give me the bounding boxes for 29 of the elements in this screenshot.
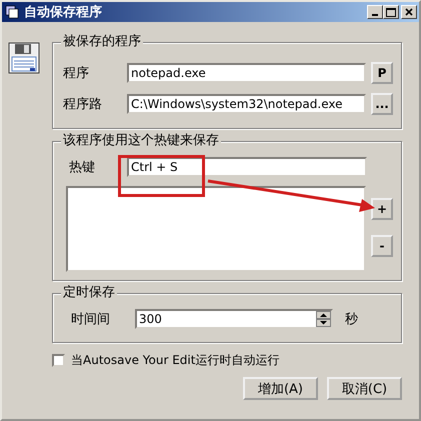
input-field[interactable]: notepad.exe <box>127 63 366 83</box>
checkbox[interactable] <box>52 354 65 366</box>
window-title: 自动保存程序 <box>24 4 103 21</box>
field-label: 程序路 <box>62 96 103 113</box>
remove-button[interactable]: - <box>371 235 393 257</box>
pick-button[interactable]: P <box>371 62 393 84</box>
checkbox-label: 当Autosave Your Edit运行时自动运行 <box>71 352 280 368</box>
close-icon <box>405 8 413 16</box>
minimize-button[interactable] <box>367 5 383 19</box>
spin-arrows-icon[interactable] <box>316 311 331 327</box>
add-button[interactable]: + <box>371 198 393 220</box>
dialog-button[interactable]: 增加(A) <box>243 377 318 400</box>
browse-button[interactable]: ... <box>371 93 393 115</box>
group-title: 被保存的程序 <box>61 34 143 50</box>
maximize-icon <box>386 8 396 16</box>
input-field[interactable]: C:\Windows\system32\notepad.exe <box>127 94 366 114</box>
field-label: 程序 <box>62 65 90 82</box>
input-field[interactable]: Ctrl + S <box>127 157 367 177</box>
group-title: 定时保存 <box>61 285 117 301</box>
unit-label: 秒 <box>345 311 358 328</box>
number-spinner[interactable]: 300 <box>135 309 333 329</box>
hotkey-list[interactable] <box>66 186 366 272</box>
app-icon <box>4 4 20 20</box>
maximize-button[interactable] <box>383 5 399 19</box>
close-button[interactable] <box>401 5 417 19</box>
group-title: 该程序使用这个热键来保存 <box>61 133 221 149</box>
field-label: 热键 <box>68 159 96 176</box>
dialog-button[interactable]: 取消(C) <box>327 377 402 400</box>
field-label: 时间间 <box>70 311 111 328</box>
